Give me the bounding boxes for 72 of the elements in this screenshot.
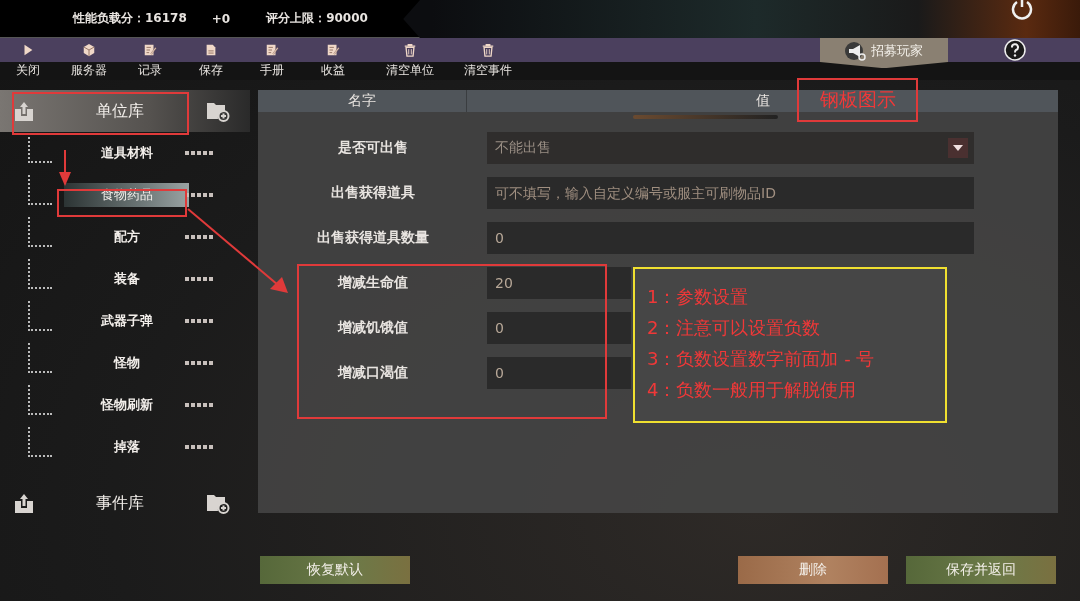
tree-connector [28,427,52,457]
library-section[interactable]: 单位库 [0,90,250,132]
field-label: 是否可出售 [336,139,409,157]
sidebar-item[interactable]: 掉落 [64,435,189,459]
drag-handle[interactable] [185,151,215,155]
field-label: 出售获得道具数量 [315,229,430,247]
edit-icon [325,43,340,57]
field-label: 增减饥饿值 [336,319,409,337]
tree-connector [28,175,52,205]
sidebar-item[interactable]: 道具材料 [64,141,189,165]
trash-icon [481,43,495,57]
sidebar-item[interactable]: 武器子弹 [64,309,189,333]
drag-handle[interactable] [185,403,215,407]
folder-add-icon[interactable] [206,100,230,122]
input-field[interactable]: 0 [487,312,631,344]
megaphone-icon [845,41,867,61]
drag-handle[interactable] [185,235,215,239]
trash-icon [403,43,417,57]
sidebar-item[interactable]: 怪物 [64,351,189,375]
folder-upload-icon [14,100,34,122]
sidebar-item[interactable]: 装备 [64,267,189,291]
toolbar-button[interactable]: 手册 [241,38,302,80]
edit-icon [264,43,279,57]
sidebar-item[interactable]: 怪物刷新 [64,393,189,417]
input-field[interactable]: 0 [487,222,974,254]
toolbar-button[interactable]: 服务器 [58,38,119,80]
column-header: 值 [755,92,770,110]
toolbar-button[interactable]: 清空单位 [371,38,449,80]
tree-connector [28,301,52,331]
folder-add-icon[interactable] [206,492,230,514]
folder-upload-icon [14,492,34,514]
toolbar-button[interactable]: 记录 [119,38,180,80]
action-button[interactable]: 保存并返回 [906,556,1056,584]
drag-handle[interactable] [185,319,215,323]
help-icon[interactable] [1004,39,1026,61]
edit-icon [142,43,157,57]
annotation-title: 钢板图示 [797,78,918,122]
sidebar-item[interactable]: 配方 [64,225,189,249]
power-icon[interactable] [1010,0,1034,20]
input-field[interactable]: 0 [487,357,631,389]
dropdown-field[interactable]: 不能出售 [487,132,974,164]
column-header: 名字 [258,90,467,112]
annotation-note: 4：负数一般用于解脱使用 [647,378,857,402]
toolbar-button[interactable]: 保存 [180,38,241,80]
field-label: 增减口渴值 [336,364,409,382]
tree-connector [28,259,52,289]
tree-connector [28,343,52,373]
annotation-note: 2：注意可以设置负数 [647,316,821,340]
score-delta: +0 [211,11,231,26]
score-limit: 评分上限：90000 [266,10,368,27]
input-field[interactable]: 20 [487,267,631,299]
toolbar-button[interactable]: 关闭 [0,38,58,80]
action-button[interactable]: 恢复默认 [260,556,410,584]
annotation-note: 1：参数设置 [647,285,749,309]
annotation-note: 3：负数设置数字前面加 - 号 [647,347,875,371]
tree-connector [28,385,52,415]
performance-score: 性能负载分：16178 [73,10,187,27]
field-label: 出售获得道具 [329,184,416,202]
drag-handle[interactable] [185,445,215,449]
drag-handle[interactable] [185,277,215,281]
drag-handle[interactable] [185,193,215,197]
field-label: 增减生命值 [336,274,409,292]
recruit-button[interactable]: 招募玩家 [820,38,948,68]
tree-connector [28,217,52,247]
cube-icon [81,43,96,57]
toolbar-button[interactable]: 收益 [302,38,363,80]
toolbar-button[interactable]: 清空事件 [449,38,527,80]
drag-handle[interactable] [185,361,215,365]
library-section[interactable]: 事件库 [0,482,250,524]
input-field[interactable]: 可不填写，输入自定义编号或服主可刷物品ID [487,177,974,209]
arrow-drawing [58,150,72,186]
caret-icon [948,138,968,158]
